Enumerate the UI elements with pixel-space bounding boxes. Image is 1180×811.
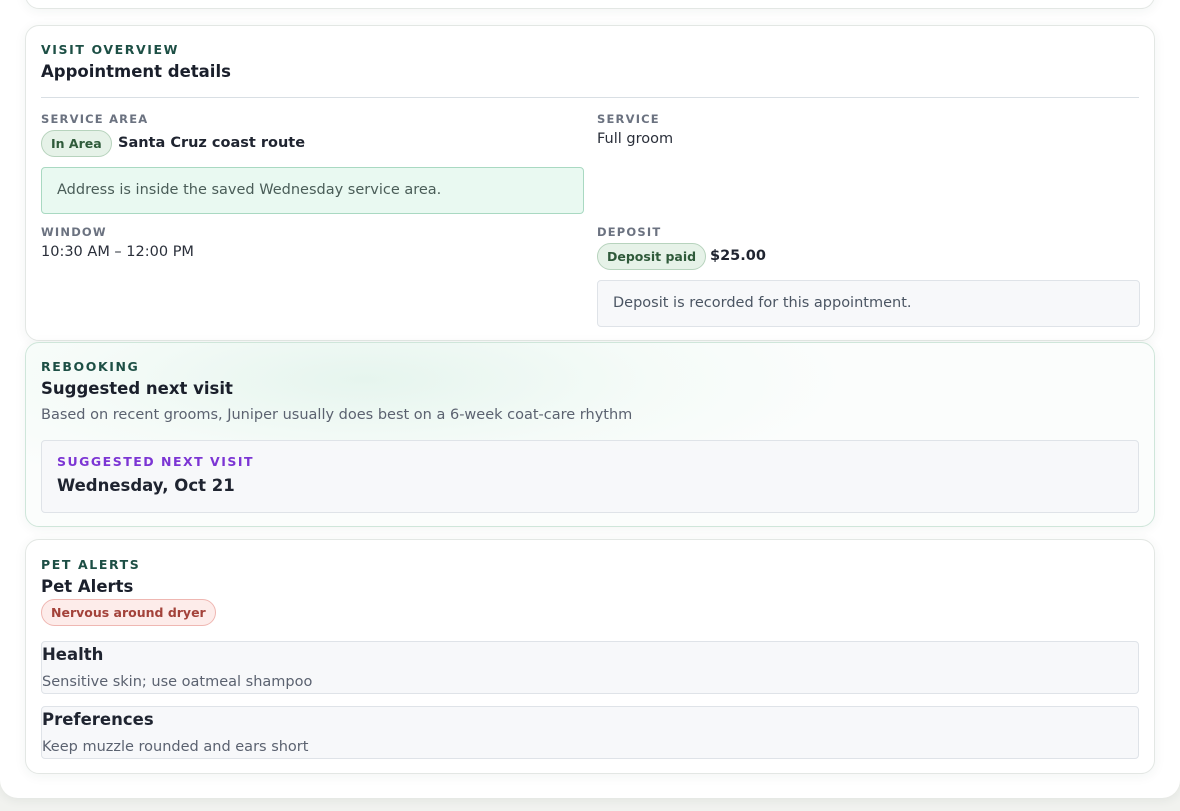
service-area-value: Santa Cruz coast route bbox=[118, 135, 306, 151]
deposit-paid-badge: Deposit paid bbox=[597, 243, 707, 270]
section-eyebrow: PET ALERTS bbox=[41, 557, 141, 572]
deposit-label: DEPOSIT bbox=[597, 225, 662, 239]
alert-item-body: Keep muzzle rounded and ears short bbox=[42, 739, 309, 755]
section-title: Pet Alerts bbox=[41, 577, 134, 596]
deposit-amount: $25.00 bbox=[710, 248, 766, 264]
service-area-notice: Address is inside the saved Wednesday se… bbox=[41, 167, 584, 214]
service-label: SERVICE bbox=[597, 112, 660, 126]
alert-item-health: Health Sensitive skin; use oatmeal shamp… bbox=[41, 641, 1139, 694]
deposit-notice: Deposit is recorded for this appointment… bbox=[597, 280, 1140, 327]
previous-card bbox=[25, 0, 1155, 9]
service-value: Full groom bbox=[597, 131, 674, 147]
window-label: WINDOW bbox=[41, 225, 107, 239]
suggested-visit-box[interactable]: SUGGESTED NEXT VISIT Wednesday, Oct 21 bbox=[41, 440, 1139, 513]
suggested-visit-date: Wednesday, Oct 21 bbox=[57, 476, 235, 495]
rebooking-subtitle: Based on recent grooms, Juniper usually … bbox=[41, 407, 633, 423]
section-title: Suggested next visit bbox=[41, 379, 233, 398]
section-eyebrow: VISIT OVERVIEW bbox=[41, 42, 180, 57]
service-area-label: SERVICE AREA bbox=[41, 112, 149, 126]
rebooking-card: REBOOKING Suggested next visit Based on … bbox=[25, 342, 1155, 527]
window-value: 10:30 AM – 12:00 PM bbox=[41, 244, 194, 260]
visit-overview-card: VISIT OVERVIEW Appointment details SERVI… bbox=[25, 25, 1155, 341]
alert-item-title: Health bbox=[42, 645, 104, 664]
nervous-alert-badge: Nervous around dryer bbox=[41, 599, 216, 626]
alert-item-preferences: Preferences Keep muzzle rounded and ears… bbox=[41, 706, 1139, 759]
alert-item-body: Sensitive skin; use oatmeal shampoo bbox=[42, 674, 313, 690]
divider bbox=[41, 97, 1139, 98]
alert-item-title: Preferences bbox=[42, 710, 154, 729]
section-title: Appointment details bbox=[41, 62, 231, 81]
section-eyebrow: REBOOKING bbox=[41, 359, 140, 374]
in-area-badge: In Area bbox=[41, 130, 112, 157]
suggested-visit-label: SUGGESTED NEXT VISIT bbox=[57, 454, 255, 469]
pet-alerts-card: PET ALERTS Pet Alerts Nervous around dry… bbox=[25, 539, 1155, 774]
